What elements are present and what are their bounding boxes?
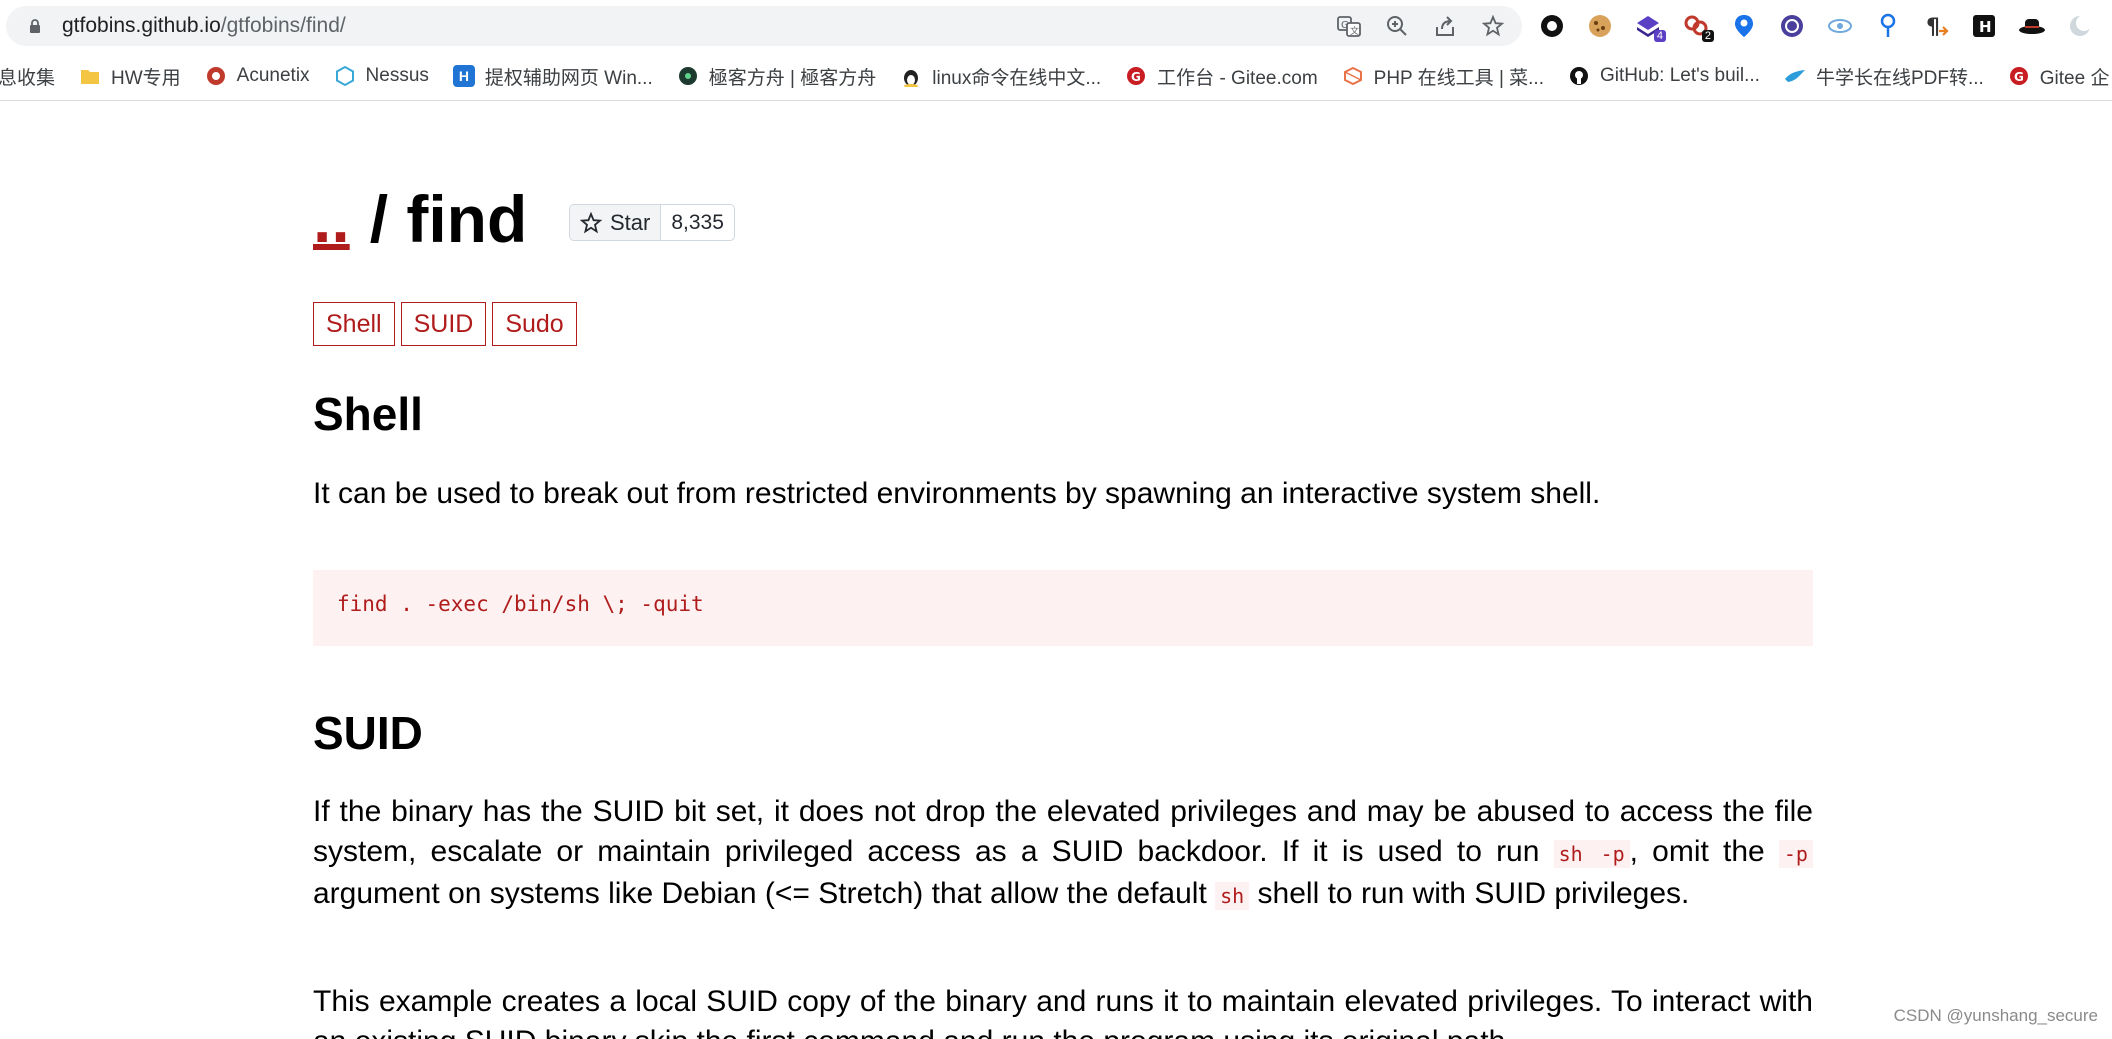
svg-text:G: G [2014, 70, 2024, 84]
bookmark-item[interactable]: 牛学长在线PDF转... [1784, 63, 1984, 90]
bookmarks-bar: 息收集 HW专用 Acunetix Nessus H 提权辅助网页 Win... … [0, 54, 2112, 98]
page-title: / find [369, 182, 528, 256]
star-icon [580, 211, 602, 233]
suid-text: , omit the [1629, 835, 1779, 868]
breadcrumb-parent-link[interactable]: .. [313, 184, 350, 254]
bookmark-label: Nessus [365, 65, 429, 86]
linux-icon [900, 65, 922, 87]
svg-text:文: 文 [1350, 25, 1359, 37]
map-pin-extension-icon[interactable] [1726, 8, 1762, 44]
circle-extension-icon[interactable] [1534, 8, 1570, 44]
bookmark-item[interactable]: PHP 在线工具 | 菜... [1342, 63, 1544, 90]
url-host: gtfobins.github.io [62, 14, 221, 37]
star-button[interactable]: Star [570, 205, 662, 240]
bookmark-item[interactable]: G 工作台 - Gitee.com [1125, 63, 1318, 90]
bookmark-label: PHP 在线工具 | 菜... [1373, 67, 1544, 89]
bookmark-item[interactable]: GitHub: Let's buil... [1568, 65, 1760, 87]
svg-text:¶: ¶ [1926, 15, 1940, 39]
shell-code-block[interactable]: find . -exec /bin/sh \; -quit [313, 570, 1813, 646]
bookmark-item[interactable]: Acunetix [205, 65, 310, 87]
bookmark-item[interactable]: 極客方舟 | 極客方舟 [677, 63, 877, 90]
inline-code: sh [1215, 882, 1250, 910]
moon-extension-icon[interactable] [2062, 8, 2098, 44]
bookmark-label: 息收集 [0, 67, 56, 89]
link-extension-icon[interactable]: 2 [1678, 8, 1714, 44]
suid-text: argument on systems like Debian (<= Stre… [313, 877, 1216, 910]
github-icon [1568, 65, 1590, 87]
bookmark-label: 牛学长在线PDF转... [1815, 67, 1984, 89]
svg-text:H: H [1979, 18, 1992, 36]
tag-sudo[interactable]: Sudo [492, 302, 577, 346]
paragraph-extension-icon[interactable]: ¶ [1918, 8, 1954, 44]
bookmark-label: 提权辅助网页 Win... [484, 67, 653, 89]
inline-code: sh -p [1553, 840, 1630, 868]
page-header: .. / find [313, 184, 527, 254]
browser-toolbar: gtfobins.github.io/gtfobins/find/ G文 4 2… [0, 0, 2112, 52]
bookmark-label: 極客方舟 | 極客方舟 [708, 67, 877, 89]
hat-extension-icon[interactable] [2014, 8, 2050, 44]
bookmark-item[interactable]: 息收集 [0, 63, 55, 90]
location-extension-icon[interactable] [1870, 8, 1906, 44]
chrome-divider [0, 100, 2112, 101]
gitee-icon: G [1125, 65, 1147, 87]
translate-icon[interactable]: G文 [1334, 12, 1364, 40]
acunetix-icon [205, 65, 227, 87]
github-star-widget: Star 8,335 [569, 204, 735, 241]
function-tags: Shell SUID Sudo [313, 302, 577, 346]
tag-shell[interactable]: Shell [313, 302, 395, 346]
address-bar[interactable]: gtfobins.github.io/gtfobins/find/ G文 [6, 6, 1522, 46]
bookmark-folder-hw[interactable]: HW专用 [79, 63, 181, 90]
tag-suid[interactable]: SUID [400, 302, 487, 346]
bookmark-item[interactable]: Nessus [334, 65, 429, 87]
bookmark-label: GitHub: Let's buil... [1600, 65, 1760, 86]
bookmark-label: Acunetix [236, 65, 310, 86]
section-heading-shell: Shell [313, 388, 423, 440]
url-text[interactable]: gtfobins.github.io/gtfobins/find/ [62, 14, 346, 38]
geek-icon [677, 65, 699, 87]
bookmark-item[interactable]: H 提权辅助网页 Win... [452, 63, 653, 90]
shell-code: find . -exec /bin/sh \; -quit [337, 592, 704, 616]
ext-badge-count: 2 [1701, 30, 1714, 42]
folder-icon [79, 65, 101, 87]
star-count[interactable]: 8,335 [661, 205, 734, 240]
suid-example-paragraph: This example creates a local SUID copy o… [313, 985, 1813, 1039]
shell-description: It can be used to break out from restric… [313, 477, 1601, 510]
bookmark-item[interactable]: linux命令在线中文... [900, 63, 1101, 90]
share-icon[interactable] [1430, 12, 1460, 40]
h-extension-icon[interactable]: H [1966, 8, 2002, 44]
inline-code: -p [1778, 840, 1813, 868]
csdn-watermark: CSDN @yunshang_secure [1893, 1006, 2098, 1025]
section-heading-suid: SUID [313, 707, 423, 759]
h-icon: H [452, 65, 475, 87]
bookmark-label: linux命令在线中文... [932, 67, 1102, 89]
zoom-icon[interactable] [1382, 12, 1412, 40]
ext-badge-count: 4 [1653, 30, 1666, 42]
star-label: Star [610, 209, 651, 235]
eye-extension-icon[interactable] [1822, 8, 1858, 44]
suid-text: shell to run with SUID privileges. [1249, 877, 1690, 910]
gitee-icon: G [2008, 65, 2030, 87]
php-icon [1342, 65, 1364, 87]
svg-text:G: G [1131, 70, 1141, 84]
layers-extension-icon[interactable]: 4 [1630, 8, 1666, 44]
nessus-icon [334, 65, 356, 87]
cookie-extension-icon[interactable] [1582, 8, 1618, 44]
suid-paragraph: If the binary has the SUID bit set, it d… [313, 792, 1813, 916]
url-path: /gtfobins/find/ [220, 14, 346, 37]
bookmark-star-icon[interactable] [1478, 12, 1508, 40]
extensions-bar: 4 2 ¶ H [1534, 8, 2098, 44]
bird-icon [1784, 65, 1806, 87]
lock-icon[interactable] [28, 19, 42, 33]
bookmark-label: 工作台 - Gitee.com [1157, 67, 1318, 89]
bookmark-item[interactable]: G Gitee 企 [2008, 63, 2110, 90]
ai-extension-icon[interactable] [1774, 8, 1810, 44]
bookmark-label: Gitee 企 [2039, 67, 2110, 89]
bookmark-label: HW专用 [111, 67, 181, 89]
